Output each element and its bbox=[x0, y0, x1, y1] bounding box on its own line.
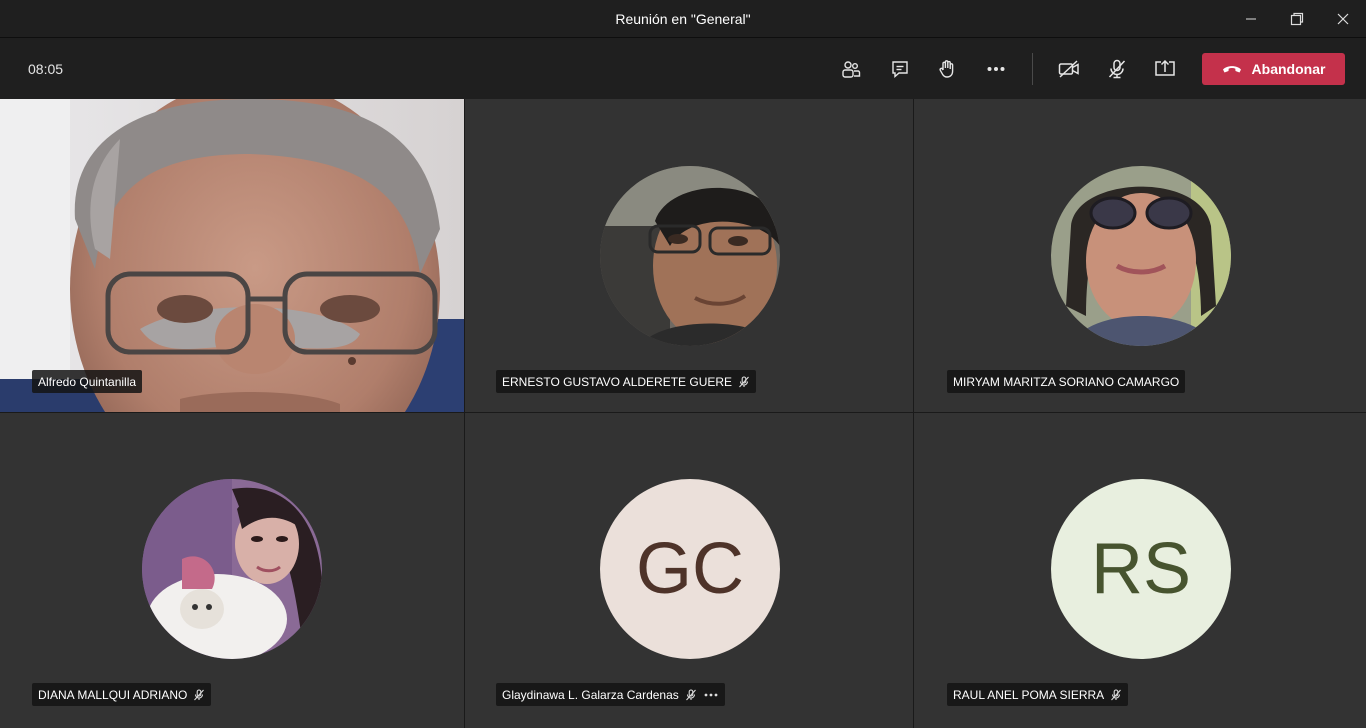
restore-icon bbox=[1290, 12, 1304, 26]
leave-meeting-button[interactable]: Abandonar bbox=[1202, 53, 1345, 85]
chat-button[interactable] bbox=[884, 53, 916, 85]
more-options-icon[interactable] bbox=[703, 689, 719, 701]
camera-off-icon bbox=[1058, 60, 1079, 78]
hand-icon bbox=[939, 60, 954, 78]
mic-off-icon bbox=[1108, 59, 1126, 79]
participant-name: DIANA MALLQUI ADRIANO bbox=[38, 687, 188, 702]
people-icon bbox=[842, 61, 861, 78]
participant-tile[interactable]: RS bbox=[914, 413, 1366, 728]
participant-tile[interactable]: Alfredo Quintanilla bbox=[0, 99, 464, 412]
participant-name-tag: RAUL ANEL POMA SIERRA bbox=[947, 683, 1129, 706]
mic-off-icon bbox=[685, 688, 696, 700]
participant-name-tag: DIANA MALLQUI ADRIANO bbox=[32, 683, 212, 706]
meeting-timer: 08:05 bbox=[28, 61, 64, 77]
avatar-photo bbox=[600, 166, 780, 346]
participant-name: Alfredo Quintanilla bbox=[38, 374, 137, 389]
participant-name: MIRYAM MARITZA SORIANO CAMARGO bbox=[953, 374, 1180, 389]
window-controls bbox=[1228, 0, 1366, 38]
participant-name: ERNESTO GUSTAVO ALDERETE GUERE bbox=[502, 374, 733, 389]
participant-tile[interactable]: MIRYAM MARITZA SORIANO CAMARGO bbox=[914, 99, 1366, 412]
hang-up-icon bbox=[1222, 66, 1241, 73]
minimize-icon bbox=[1246, 18, 1256, 20]
more-icon bbox=[987, 67, 1005, 71]
window-title: Reunión en "General" bbox=[615, 11, 751, 27]
avatar-photo bbox=[1051, 166, 1231, 346]
participant-name-tag: Alfredo Quintanilla bbox=[32, 370, 143, 393]
more-actions-button[interactable] bbox=[980, 53, 1012, 85]
participant-name-tag: Glaydinawa L. Galarza Cardenas bbox=[496, 683, 725, 706]
toolbar-divider bbox=[1032, 53, 1033, 85]
participants-button[interactable] bbox=[835, 53, 867, 85]
leave-label: Abandonar bbox=[1251, 61, 1326, 77]
participant-name-tag: MIRYAM MARITZA SORIANO CAMARGO bbox=[947, 370, 1186, 393]
camera-toggle-button[interactable] bbox=[1053, 53, 1085, 85]
chat-icon bbox=[892, 61, 908, 79]
minimize-button[interactable] bbox=[1228, 0, 1274, 38]
title-bar: Reunión en "General" bbox=[0, 0, 1366, 38]
participant-name: Glaydinawa L. Galarza Cardenas bbox=[502, 687, 679, 702]
participant-tile[interactable] bbox=[0, 413, 464, 728]
restore-button[interactable] bbox=[1274, 0, 1320, 38]
mic-off-icon bbox=[739, 375, 749, 387]
participant-name-tag: ERNESTO GUSTAVO ALDERETE GUERE bbox=[496, 370, 757, 393]
participant-video bbox=[0, 99, 464, 412]
microphone-toggle-button[interactable] bbox=[1101, 53, 1133, 85]
participant-tile[interactable]: ERNESTO GUSTAVO ALDERETE GUERE bbox=[465, 99, 913, 412]
close-button[interactable] bbox=[1320, 0, 1366, 38]
avatar bbox=[1051, 166, 1231, 346]
share-screen-button[interactable] bbox=[1149, 53, 1181, 85]
raise-hand-button[interactable] bbox=[931, 53, 963, 85]
avatar-initials: GC bbox=[600, 479, 780, 659]
participants-grid: Alfredo Quintanilla ERNESTO GUSTAVO ALDE… bbox=[0, 99, 1366, 728]
participant-tile[interactable]: GC bbox=[465, 413, 913, 728]
avatar-initials: RS bbox=[1051, 479, 1231, 659]
meeting-toolbar: 08:05 Abandonar bbox=[0, 39, 1366, 99]
participant-name: RAUL ANEL POMA SIERRA bbox=[953, 687, 1105, 702]
close-icon bbox=[1337, 13, 1349, 25]
mic-off-icon bbox=[194, 688, 205, 700]
avatar bbox=[600, 166, 780, 346]
avatar bbox=[142, 479, 322, 659]
avatar-photo bbox=[142, 479, 322, 659]
share-screen-icon bbox=[1155, 59, 1175, 76]
mic-off-icon bbox=[1111, 688, 1122, 700]
